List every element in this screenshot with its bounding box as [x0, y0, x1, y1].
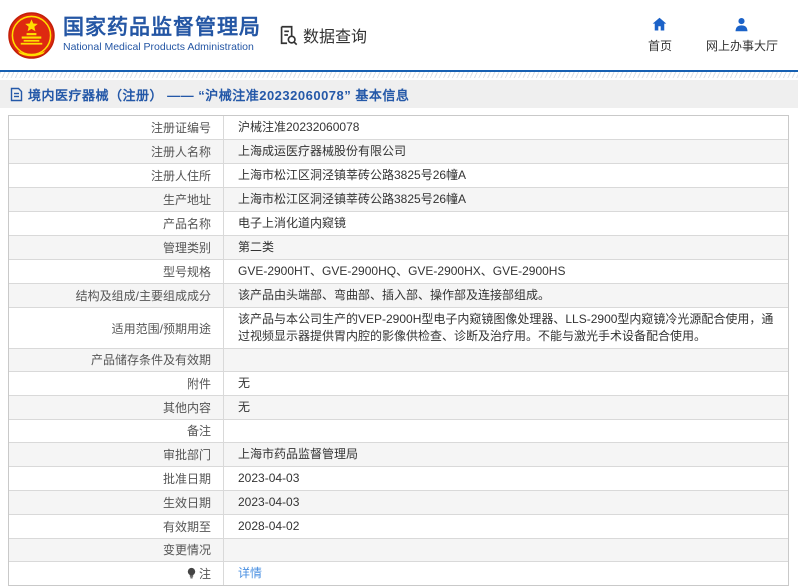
row-label-text: 审批部门 — [162, 447, 211, 462]
row-value: 上海成运医疗器械股份有限公司 — [238, 144, 407, 158]
table-row: 有效期至 2028-04-02 — [9, 514, 788, 539]
table-row: 管理类别 第二类 — [9, 236, 788, 260]
row-value: 无 — [238, 399, 251, 414]
site-title: 国家药品监督管理局 — [63, 16, 261, 39]
row-value — [224, 349, 788, 371]
table-row: 生产地址 上海市松江区洞泾镇莘砖公路3825号26幢A — [9, 188, 788, 212]
row-label-text: 其他内容 — [162, 400, 211, 415]
row-label: 有效期至 — [9, 514, 224, 538]
row-label: 产品名称 — [9, 212, 224, 235]
detail-link[interactable]: 详情 — [238, 565, 262, 582]
row-label: 结构及组成/主要组成成分 — [9, 284, 224, 307]
table-row: 备注 — [9, 419, 788, 443]
row-label-text: 批准日期 — [162, 471, 211, 486]
row-value: 2023-04-03 — [238, 494, 300, 509]
row-value: GVE-2900HT、GVE-2900HQ、GVE-2900HX、GVE-290… — [238, 264, 566, 278]
table-row: 产品名称 电子上消化道内窥镜 — [9, 212, 788, 236]
row-label-text: 产品名称 — [162, 217, 211, 231]
row-label-text: 注册人名称 — [150, 145, 211, 159]
row-label: 审批部门 — [9, 442, 224, 466]
row-label: 变更情况 — [9, 538, 224, 561]
row-label-text: 注册证编号 — [150, 121, 211, 135]
user-icon — [733, 16, 750, 33]
row-label: 管理类别 — [9, 236, 224, 259]
row-label-text: 生效日期 — [162, 495, 211, 510]
table-row: 其他内容 无 — [9, 395, 788, 420]
table-row: 注册证编号 沪械注准20232060078 — [9, 116, 788, 140]
row-label-text: 管理类别 — [162, 241, 211, 255]
row-label: 附件 — [9, 371, 224, 395]
top-navigation: 首页 网上办事大厅 — [648, 16, 784, 54]
row-value: 详情 — [224, 562, 788, 585]
breadcrumb: 境内医疗器械（注册） —— “沪械注准20232060078” 基本信息 — [0, 80, 798, 108]
table-row: 注册人住所 上海市松江区洞泾镇莘砖公路3825号26幢A — [9, 164, 788, 188]
site-header: 国家药品监督管理局 National Medical Products Admi… — [0, 0, 798, 72]
table-row: 产品储存条件及有效期 — [9, 349, 788, 372]
row-label: 生效日期 — [9, 490, 224, 514]
row-label-text: 注 — [198, 566, 211, 581]
row-label-text: 结构及组成/主要组成成分 — [75, 289, 211, 303]
info-table: 注册证编号 沪械注准20232060078 注册人名称 上海成运医疗器械股份有限… — [8, 115, 789, 586]
row-label-text: 生产地址 — [162, 193, 211, 207]
table-row: 批准日期 2023-04-03 — [9, 466, 788, 491]
row-value: 上海市松江区洞泾镇莘砖公路3825号26幢A — [238, 168, 467, 182]
row-value: 上海市松江区洞泾镇莘砖公路3825号26幢A — [238, 192, 467, 206]
header-shadow-band — [0, 72, 798, 78]
row-label-text: 有效期至 — [162, 519, 211, 534]
row-value: 上海市药品监督管理局 — [238, 446, 359, 461]
document-icon — [10, 87, 23, 102]
row-label-text: 变更情况 — [162, 543, 211, 558]
row-value: 第二类 — [238, 240, 275, 254]
row-value: 沪械注准20232060078 — [238, 120, 360, 134]
document-search-icon — [277, 24, 299, 46]
brand: 国家药品监督管理局 National Medical Products Admi… — [8, 11, 261, 59]
row-label: 适用范围/预期用途 — [9, 308, 224, 348]
table-row: 生效日期 2023-04-03 — [9, 490, 788, 515]
table-row: 审批部门 上海市药品监督管理局 — [9, 442, 788, 467]
nav-service-hall-label: 网上办事大厅 — [705, 39, 778, 53]
table-row: 变更情况 — [9, 538, 788, 562]
table-row: 注册人名称 上海成运医疗器械股份有限公司 — [9, 140, 788, 164]
row-label: 注 — [9, 561, 224, 585]
row-value: 2023-04-03 — [238, 470, 300, 485]
row-value: 2028-04-02 — [238, 518, 300, 533]
data-query-label: 数据查询 — [303, 29, 368, 46]
brand-text: 国家药品监督管理局 National Medical Products Admi… — [63, 16, 261, 54]
row-label: 其他内容 — [9, 395, 224, 419]
nav-home-label: 首页 — [647, 39, 672, 53]
row-value — [224, 420, 788, 442]
row-label-text: 型号规格 — [162, 265, 211, 279]
nav-home[interactable]: 首页 — [648, 16, 672, 54]
table-row: 附件 无 — [9, 371, 788, 396]
row-label-text: 附件 — [186, 376, 211, 391]
note-icon — [186, 567, 197, 580]
table-row: 注 详情 — [9, 561, 788, 585]
row-value: 该产品由头端部、弯曲部、插入部、操作部及连接部组成。 — [238, 288, 551, 302]
row-label-text: 适用范围/预期用途 — [111, 321, 211, 336]
row-label-text: 备注 — [186, 424, 211, 439]
row-label: 产品储存条件及有效期 — [9, 349, 224, 371]
home-icon — [651, 16, 668, 33]
row-label-text: 产品储存条件及有效期 — [90, 353, 211, 368]
row-value: 电子上消化道内窥镜 — [238, 216, 347, 230]
row-label-text: 注册人住所 — [150, 169, 211, 183]
table-row: 型号规格 GVE-2900HT、GVE-2900HQ、GVE-2900HX、GV… — [9, 260, 788, 284]
nav-service-hall[interactable]: 网上办事大厅 — [706, 16, 778, 54]
table-row: 适用范围/预期用途 该产品与本公司生产的VEP-2900H型电子内窥镜图像处理器… — [9, 308, 788, 349]
row-label: 备注 — [9, 419, 224, 442]
row-value: 无 — [238, 375, 251, 390]
row-label: 注册证编号 — [9, 116, 224, 139]
row-label: 生产地址 — [9, 188, 224, 211]
row-value: 该产品与本公司生产的VEP-2900H型电子内窥镜图像处理器、LLS-2900型… — [238, 312, 774, 343]
table-row: 结构及组成/主要组成成分 该产品由头端部、弯曲部、插入部、操作部及连接部组成。 — [9, 284, 788, 308]
row-label: 批准日期 — [9, 466, 224, 490]
breadcrumb-text: 境内医疗器械（注册） —— “沪械注准20232060078” 基本信息 — [28, 87, 410, 103]
data-query-button[interactable]: 数据查询 — [277, 23, 367, 47]
row-label: 注册人住所 — [9, 164, 224, 187]
row-label: 注册人名称 — [9, 140, 224, 163]
row-label: 型号规格 — [9, 260, 224, 283]
row-value — [224, 539, 788, 561]
national-emblem-logo — [8, 11, 55, 59]
site-subtitle: National Medical Products Administration — [63, 41, 254, 53]
